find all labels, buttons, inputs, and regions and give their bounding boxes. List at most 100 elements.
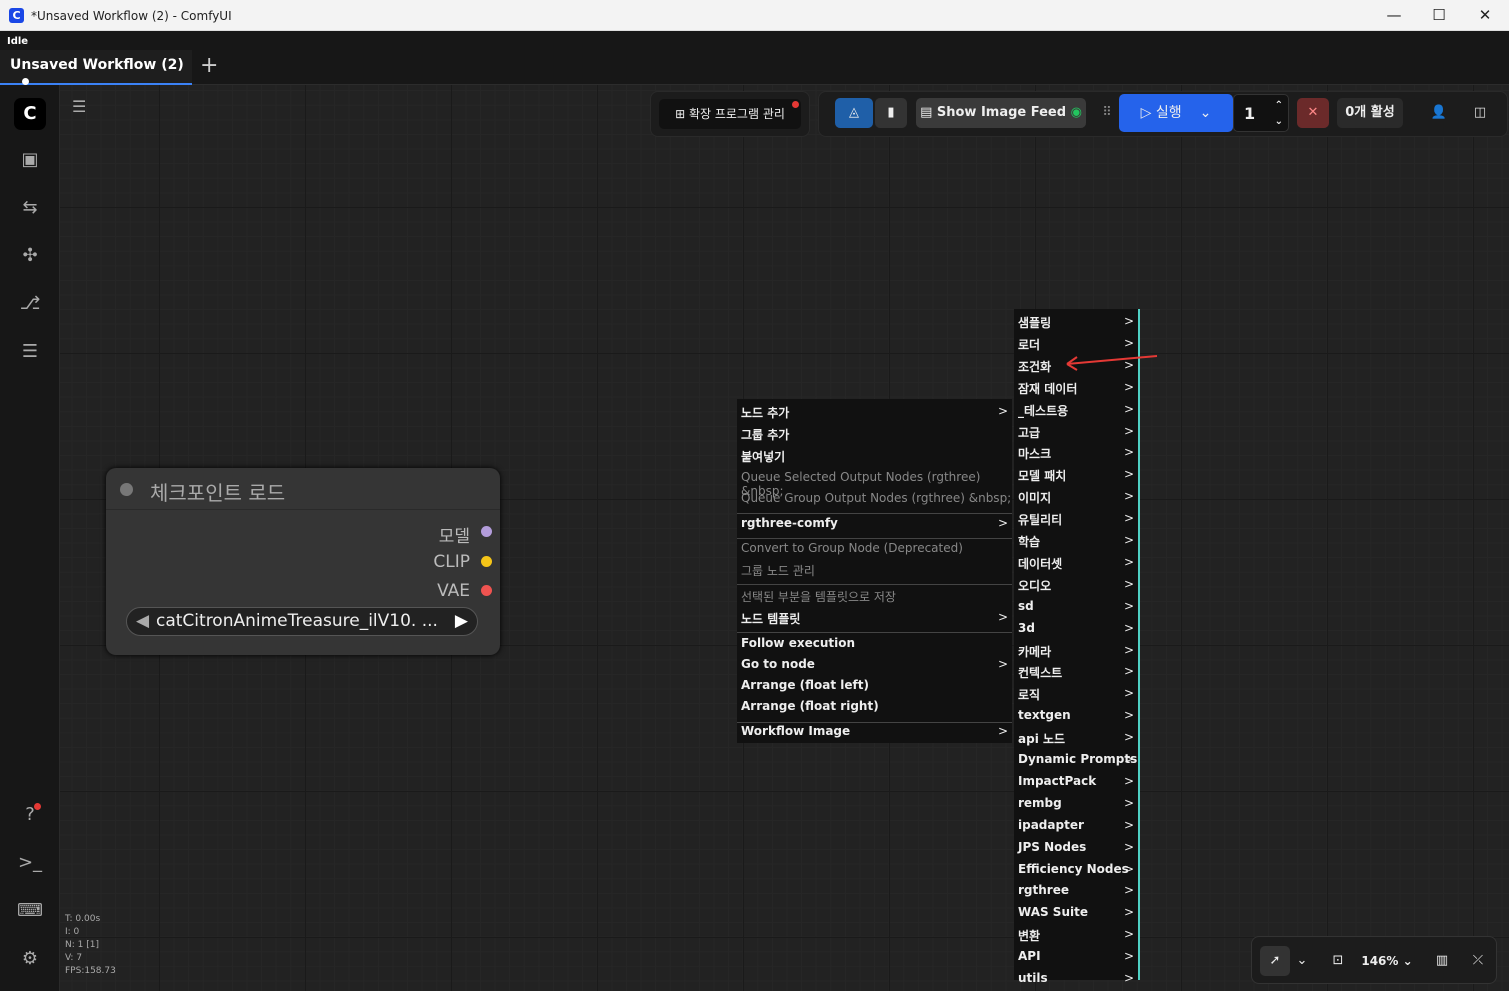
model-output-slot[interactable] (481, 526, 492, 537)
submenu-item[interactable]: Efficiency Nodes (1018, 862, 1129, 876)
submenu-item[interactable]: 유틸리티 (1018, 511, 1062, 528)
add-node-submenu: 샘플링 > 로더 > 조건화 > 잠재 데이터 > _테스트용 > 고급 > 마스크 > 모델 패치 > 이미지… (1014, 309, 1140, 985)
submenu-item[interactable]: JPS Nodes (1018, 840, 1086, 854)
submenu-arrow-icon: > (997, 404, 1008, 418)
submenu-item[interactable]: API (1018, 949, 1041, 963)
clear-queue-button[interactable]: ✕ (1297, 98, 1329, 128)
tab-workflow[interactable]: Unsaved Workflow (2) (0, 50, 192, 85)
workflows-icon[interactable]: ⎇ (16, 290, 44, 318)
vae-output-slot[interactable] (481, 585, 492, 596)
submenu-item[interactable]: rgthree (1018, 883, 1069, 897)
context-menu-item[interactable]: 붙여넣기 (741, 448, 785, 465)
submenu-arrow-icon: > (1123, 708, 1134, 723)
submenu-item[interactable]: 컨텍스트 (1018, 664, 1062, 681)
submenu-item[interactable]: 학습 (1018, 533, 1040, 550)
chevron-down-icon[interactable]: ⌄ (1275, 103, 1283, 141)
checkpoint-loader-node[interactable]: 체크포인트 로드 모델 CLIP VAE ◀ catCitronAnimeTre… (106, 468, 500, 655)
menu-hamburger-icon[interactable]: ☰ (72, 97, 86, 116)
submenu-item[interactable]: 고급 (1018, 424, 1040, 441)
submenu-item[interactable]: 로더 (1018, 336, 1040, 353)
maximize-button[interactable]: ☐ (1416, 0, 1462, 31)
minimap-icon[interactable]: ▥ (1428, 946, 1456, 976)
submenu-arrow-icon: > (1123, 576, 1134, 591)
submenu-item[interactable]: 오디오 (1018, 577, 1051, 594)
user-icon[interactable]: 👤 (1425, 98, 1453, 128)
bookmark-icon[interactable]: ▮ (875, 98, 907, 128)
model-library-icon[interactable]: ⇆ (16, 194, 44, 222)
add-tab-button[interactable]: + (200, 55, 218, 77)
submenu-item[interactable]: _테스트용 (1018, 402, 1068, 419)
context-menu-item[interactable]: 그룹 추가 (741, 426, 789, 443)
drag-handle-icon[interactable]: ⠿ (1097, 98, 1117, 128)
comfy-logo-icon[interactable]: C (14, 98, 46, 130)
terminal-icon[interactable]: >_ (16, 849, 44, 877)
submenu-item[interactable]: utils (1018, 971, 1048, 985)
context-menu-item[interactable]: 노드 템플릿 (741, 610, 800, 627)
chevron-down-icon[interactable]: ⌄ (1292, 946, 1312, 976)
submenu-item[interactable]: 샘플링 (1018, 314, 1051, 331)
keyboard-icon[interactable]: ⌨ (16, 897, 44, 925)
zoom-level-dropdown[interactable]: 146% ⌄ (1356, 946, 1418, 976)
submenu-arrow-icon: > (1123, 730, 1134, 745)
settings-gear-icon[interactable]: ⚙ (16, 945, 44, 973)
submenu-arrow-icon: > (1123, 905, 1134, 920)
context-menu-item[interactable]: Arrange (float left) (741, 678, 869, 692)
submenu-item[interactable]: rembg (1018, 796, 1062, 810)
submenu-item[interactable]: 변환 (1018, 927, 1040, 944)
submenu-item[interactable]: Dynamic Prompts (1018, 752, 1137, 766)
batch-count-input[interactable]: 1 ⌃ ⌄ (1233, 94, 1289, 132)
fit-view-icon[interactable]: ⊡ (1324, 946, 1352, 976)
active-queue-label[interactable]: 0개 활성 (1337, 98, 1403, 128)
menu-separator (737, 722, 1012, 723)
hide-links-icon[interactable]: ⤫ (1464, 946, 1492, 976)
submenu-item[interactable]: ImpactPack (1018, 774, 1096, 788)
submenu-item[interactable]: textgen (1018, 708, 1071, 722)
submenu-item[interactable]: ipadapter (1018, 818, 1084, 832)
image-icon: ▤ (920, 105, 937, 120)
submenu-item[interactable]: 이미지 (1018, 489, 1051, 506)
submenu-arrow-icon: > (1123, 817, 1134, 832)
context-menu-item[interactable]: Go to node (741, 657, 815, 671)
submenu-item[interactable]: 데이터셋 (1018, 555, 1062, 572)
ckpt-name-combo[interactable]: ◀ catCitronAnimeTreasure_ilV10. ... ▶ (126, 607, 478, 636)
submenu-item[interactable]: WAS Suite (1018, 905, 1088, 919)
submenu-arrow-icon: > (1123, 927, 1134, 942)
context-menu-item[interactable]: Follow execution (741, 636, 855, 650)
submenu-arrow-icon: > (997, 516, 1008, 530)
clip-output-slot[interactable] (481, 556, 492, 567)
submenu-item[interactable]: api 노드 (1018, 730, 1065, 747)
prev-arrow-icon[interactable]: ◀ (136, 608, 149, 635)
collapse-dot-icon[interactable] (120, 483, 133, 496)
stat-i: I: 0 (65, 927, 80, 937)
minimize-button[interactable]: — (1371, 0, 1417, 31)
output-clip-label: CLIP (433, 552, 470, 572)
extensions-icon: ⊞ (675, 107, 689, 121)
context-menu-item[interactable]: rgthree-comfy (741, 516, 838, 530)
submenu-item[interactable]: 3d (1018, 621, 1035, 635)
submenu-item[interactable]: 조건화 (1018, 358, 1051, 375)
submenu-item[interactable]: 로직 (1018, 686, 1040, 703)
submenu-item[interactable]: sd (1018, 599, 1034, 613)
context-menu-item[interactable]: Workflow Image (741, 724, 850, 738)
run-button[interactable]: ▷ 실행 ⌄ (1119, 94, 1233, 132)
extension-manager-button[interactable]: ⊞ 확장 프로그램 관리 (659, 99, 801, 129)
next-arrow-icon[interactable]: ▶ (455, 608, 468, 635)
submenu-item[interactable]: 잠재 데이터 (1018, 380, 1077, 397)
submenu-arrow-icon: > (1123, 598, 1134, 613)
context-menu-item[interactable]: Arrange (float right) (741, 699, 879, 713)
help-icon[interactable]: ? (16, 801, 44, 829)
submenu-item[interactable]: 모델 패치 (1018, 467, 1066, 484)
templates-icon[interactable]: ☰ (16, 338, 44, 366)
submenu-item[interactable]: 마스크 (1018, 445, 1051, 462)
node-library-icon[interactable]: ✣ (16, 242, 44, 270)
run-toolbar: ◬ ▮ ▤ Show Image Feed ◉ ⠿ ▷ 실행 ⌄ 1 ⌃ ⌄ ✕ 0개… (818, 91, 1508, 137)
context-menu-item[interactable]: 노드 추가 (741, 404, 789, 421)
panel-toggle-icon[interactable]: ◫ (1465, 98, 1495, 128)
close-window-button[interactable]: ✕ (1462, 0, 1508, 31)
submenu-arrow-icon: > (1123, 949, 1134, 964)
mask-editor-icon[interactable]: ◬ (835, 98, 873, 128)
show-image-feed-button[interactable]: ▤ Show Image Feed ◉ (916, 98, 1086, 128)
submenu-item[interactable]: 카메라 (1018, 643, 1051, 660)
select-pointer-icon[interactable]: ➚ (1260, 946, 1290, 976)
images-icon[interactable]: ▣ (16, 146, 44, 174)
